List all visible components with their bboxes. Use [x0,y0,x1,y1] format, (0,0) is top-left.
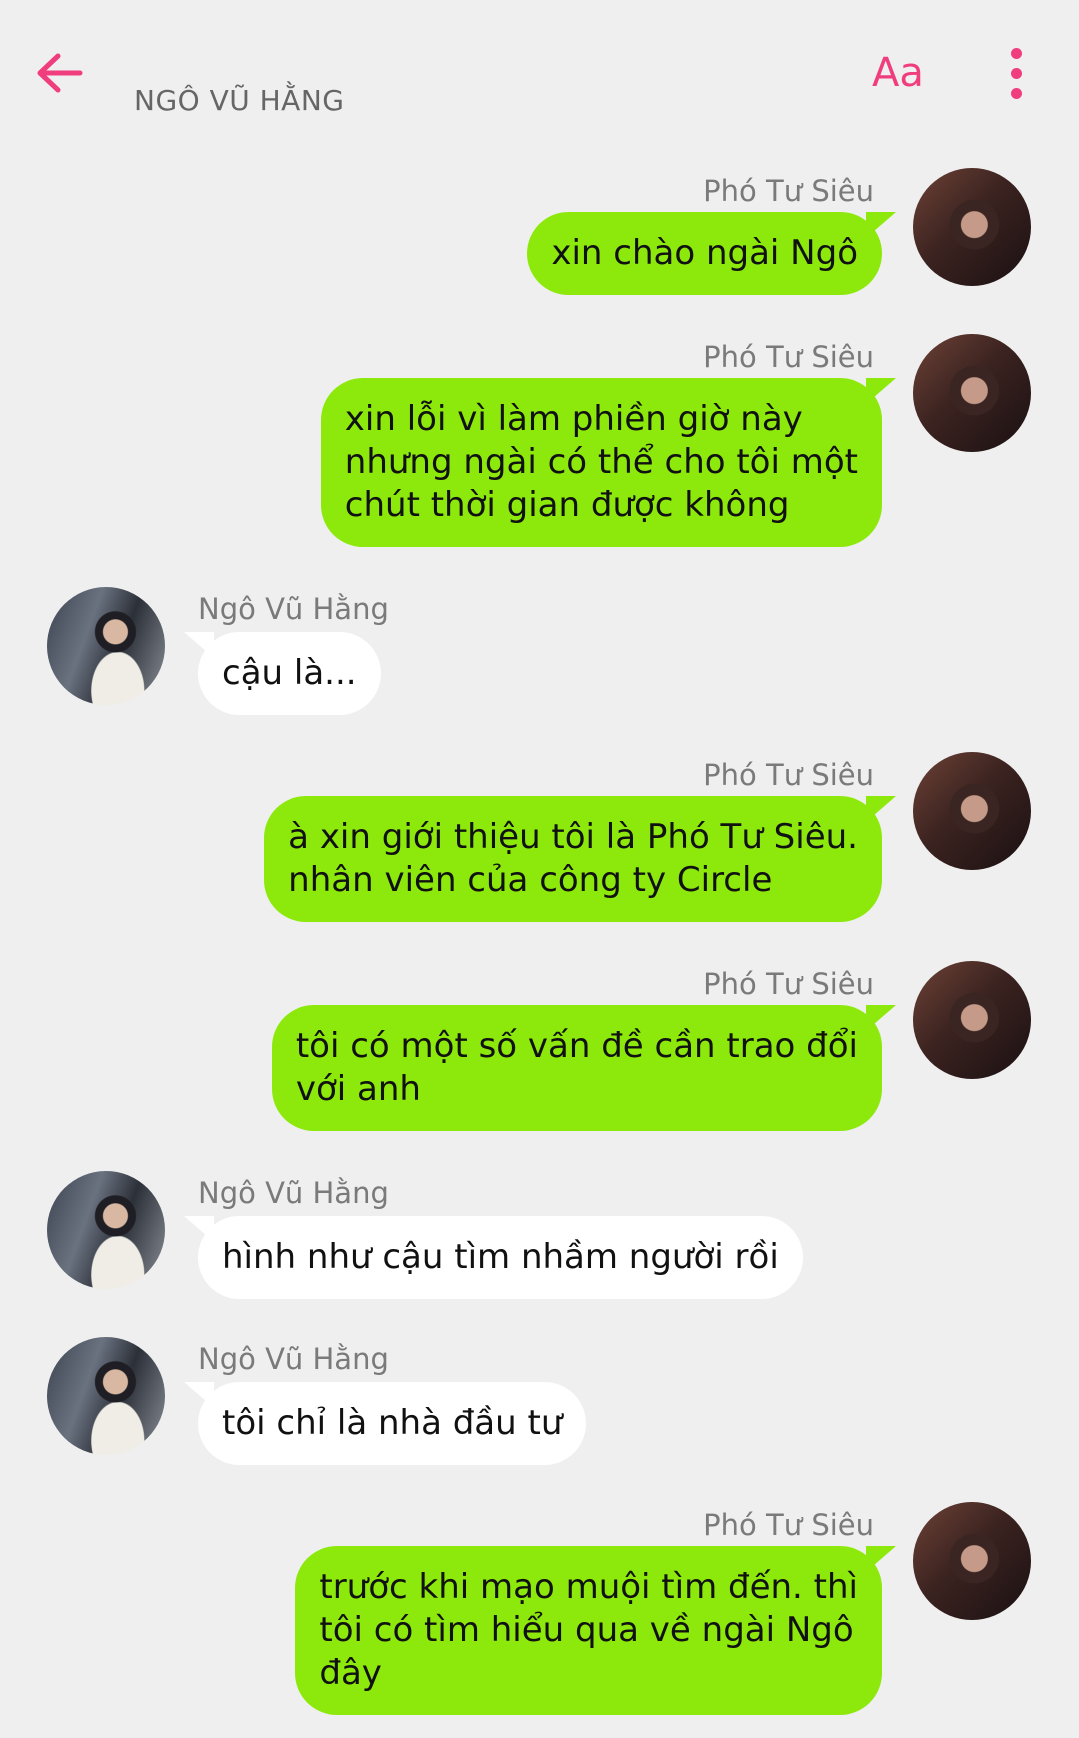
message-line: xin chào ngài Ngô [551,233,858,273]
message-line: xin lỗi vì làm phiền giờ này [344,399,803,439]
message-line: nhân viên của công ty Circle [288,860,773,900]
avatar[interactable] [47,1171,165,1289]
more-vertical-icon-dot [1011,88,1022,99]
sender-name: Phó Tư Siêu [703,174,874,208]
arrow-left-icon [37,53,83,93]
outgoing-message-bubble[interactable]: à xin giới thiệu tôi là Phó Tư Siêu. nhâ… [264,796,882,922]
message-line: cậu là... [222,653,357,693]
sender-name: Ngô Vũ Hằng [198,1342,389,1376]
sender-name: Phó Tư Siêu [703,967,874,1001]
avatar[interactable] [913,334,1031,452]
avatar[interactable] [913,1502,1031,1620]
font-size-button[interactable]: Aa [872,50,924,96]
outgoing-message-bubble[interactable]: tôi có một số vấn đề cần trao đổi với an… [271,1005,882,1131]
message-line: hình như cậu tìm nhầm người rồi [222,1237,779,1277]
incoming-message-bubble[interactable]: cậu là... [198,632,381,715]
sender-name: Ngô Vũ Hằng [198,592,389,626]
message-line: tôi có tìm hiểu qua về ngài Ngô [319,1610,854,1650]
more-vertical-icon [1011,48,1022,59]
outgoing-message-bubble[interactable]: trước khi mạo muội tìm đến. thì tôi có t… [295,1546,882,1715]
message-line: trước khi mạo muội tìm đến. thì [319,1567,858,1607]
message-line: nhưng ngài có thể cho tôi một [344,442,858,482]
more-vertical-icon-dot [1011,68,1022,79]
chat-header: NGÔ VŨ HẰNG Aa [0,0,1079,130]
incoming-message-bubble[interactable]: tôi chỉ là nhà đầu tư [198,1382,587,1465]
message-line: tôi có một số vấn đề cần trao đổi [295,1026,858,1066]
sender-name: Ngô Vũ Hằng [198,1176,389,1210]
sender-name: Phó Tư Siêu [703,1508,874,1542]
sender-name: Phó Tư Siêu [703,758,874,792]
chat-title: NGÔ VŨ HẰNG [134,84,345,117]
avatar[interactable] [47,1337,165,1455]
avatar[interactable] [913,752,1031,870]
outgoing-message-bubble[interactable]: xin chào ngài Ngô [527,212,882,295]
incoming-message-bubble[interactable]: hình như cậu tìm nhầm người rồi [198,1216,803,1299]
more-options-button[interactable] [1000,46,1034,104]
message-line: đây [319,1653,382,1693]
avatar[interactable] [913,168,1031,286]
avatar[interactable] [913,961,1031,1079]
message-line: à xin giới thiệu tôi là Phó Tư Siêu. [288,817,858,857]
message-line: tôi chỉ là nhà đầu tư [222,1403,563,1443]
sender-name: Phó Tư Siêu [703,340,874,374]
outgoing-message-bubble[interactable]: xin lỗi vì làm phiền giờ này nhưng ngài … [320,378,882,547]
message-line: với anh [295,1069,421,1109]
message-line: chút thời gian được không [344,485,790,525]
back-button[interactable] [32,48,92,98]
avatar[interactable] [47,587,165,705]
